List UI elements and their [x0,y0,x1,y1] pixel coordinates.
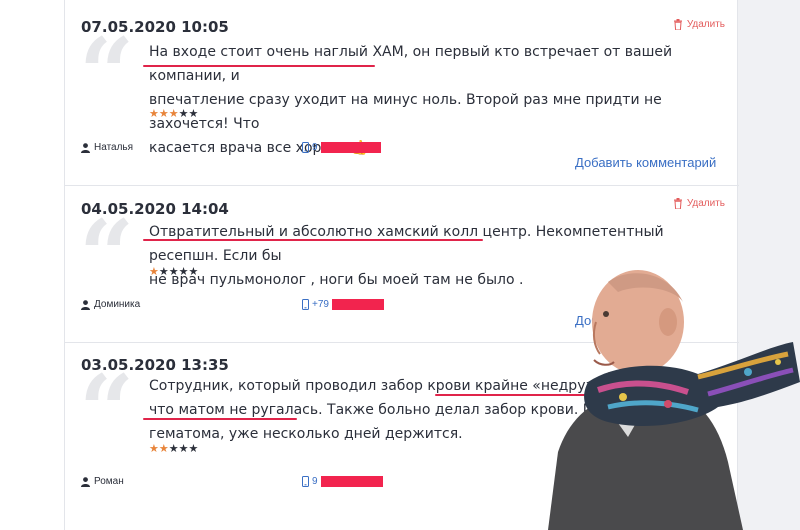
quote-icon: “ [79,17,134,130]
redaction-bar [331,299,384,310]
rating-stars: ★★★★★ [149,442,198,455]
page-margin [0,0,64,530]
star-icon: ★ [178,443,189,455]
review-phone: 9 [302,476,383,487]
add-comment-link[interactable]: Добавить комментарий [575,155,716,170]
star-icon: ★ [178,108,189,120]
trash-icon [673,19,683,30]
quote-icon: “ [79,354,134,467]
star-icon: ★ [168,266,179,278]
star-icon: ★ [188,443,199,455]
star-icon: ★ [149,443,159,455]
highlight-underline [143,65,375,67]
phone-icon [302,142,309,153]
star-icon: ★ [168,108,179,120]
delete-button[interactable]: Удалить [673,19,725,30]
review-text: На входе стоит очень наглый ХАМ, он перв… [149,44,673,156]
star-icon: ★ [158,443,169,455]
phone-number: 9 [312,142,318,153]
delete-label: Удалить [686,198,725,209]
quote-icon: “ [79,199,134,312]
rating-stars: ★★★★★ [149,107,198,120]
review-phone: 9 [302,142,381,153]
star-icon: ★ [168,443,179,455]
user-icon [81,299,90,310]
star-icon: ★ [149,266,159,278]
phone-icon [302,299,309,310]
man-with-scarf-image [548,270,800,530]
review-author: Доминика [81,299,140,310]
star-icon: ★ [158,108,169,120]
phone-number: +79 [312,299,329,310]
redaction-bar [320,142,381,153]
author-name: Роман [94,476,124,487]
review-author: Наталья [81,142,133,153]
rating-stars: ★★★★★ [149,265,198,278]
review-item: 07.05.2020 10:05 Удалить “ На входе стои… [65,0,739,186]
author-name: Доминика [94,299,141,310]
user-icon [81,142,90,153]
star-icon: ★ [188,108,199,120]
redaction-bar [320,476,383,487]
delete-label: Удалить [686,19,725,30]
highlight-underline [143,418,297,420]
phone-number: 9 [312,476,318,487]
user-icon [81,476,90,487]
review-author: Роман [81,476,124,487]
phone-icon [302,476,309,487]
star-icon: ★ [178,266,189,278]
star-icon: ★ [149,108,159,120]
trash-icon [673,198,683,209]
highlight-underline [143,239,483,241]
star-icon: ★ [158,266,169,278]
star-icon: ★ [188,266,199,278]
delete-button[interactable]: Удалить [673,198,725,209]
review-phone: +79 [302,299,384,310]
author-name: Наталья [94,142,134,153]
